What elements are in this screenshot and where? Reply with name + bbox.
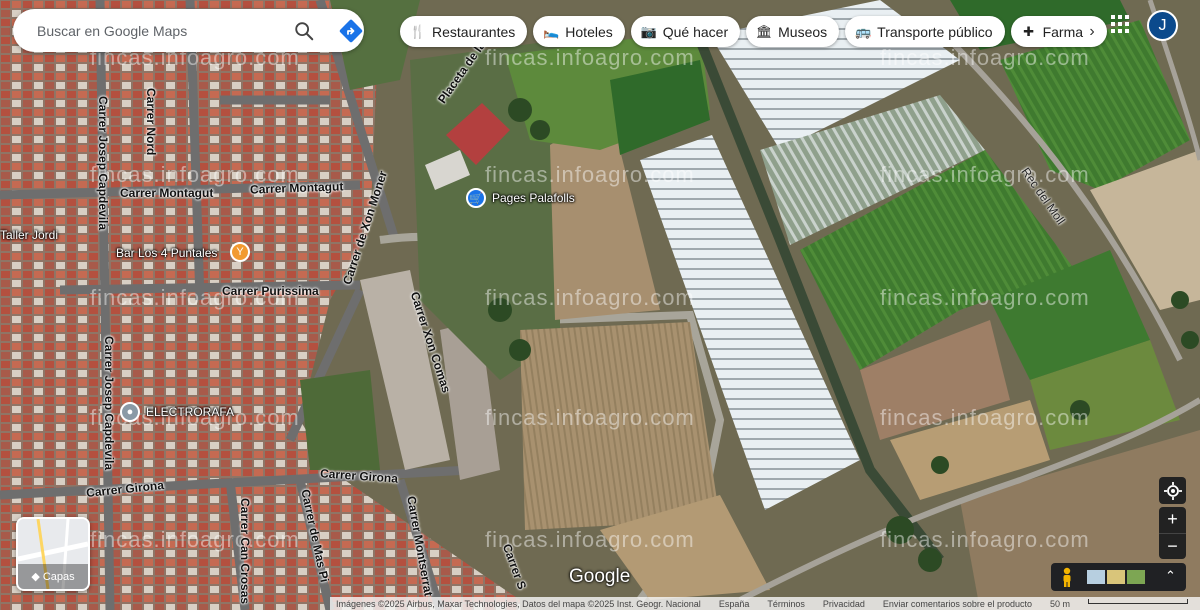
pharmacy-icon: ✚ [1023,23,1035,39]
street-view-bar: ⌃ [1051,563,1186,591]
location-pin-icon[interactable]: ● [120,402,140,422]
crosshair-icon [1163,481,1182,500]
scale-bar [1087,599,1188,604]
watermark: fincas.infoagro.com [485,162,695,187]
chip-label: Hoteles [565,23,613,40]
watermark: fincas.infoagro.com [880,527,1090,552]
bus-icon: 🚌 [855,23,872,39]
account-avatar[interactable]: J [1147,10,1178,41]
my-location-button[interactable] [1159,477,1186,504]
street-label: Carrer Purissima [222,284,319,298]
street-label: Carrer Can Crosas [238,498,252,605]
search-input[interactable] [35,21,279,40]
imagery-thumbnail[interactable] [1087,570,1105,584]
fork-knife-icon: 🍴 [409,23,427,39]
directions-icon[interactable] [339,19,363,43]
place-label-electrorafa[interactable]: ELECTRORAFA [146,405,234,419]
chevron-right-icon[interactable]: › [1081,16,1103,47]
search-icon[interactable] [293,20,315,42]
watermark: fincas.infoagro.com [485,527,695,552]
watermark: fincas.infoagro.com [880,162,1090,187]
street-label: Carrer Josep Capdevila [96,96,110,231]
attribution-footer: Imágenes ©2025 Airbus, Maxar Technologie… [330,597,1200,610]
place-label-pages[interactable]: Pages Palafolls [492,191,575,205]
chip-label: Transporte público [877,23,993,40]
chip-museos[interactable]: 🏛 Museos [746,16,840,47]
chip-label: Qué hacer [662,23,729,40]
place-label-taller[interactable]: Taller Jordi [0,228,58,242]
museum-icon: 🏛 [755,23,773,39]
imagery-thumbnail[interactable] [1107,570,1125,584]
google-logo: Google [569,566,631,587]
chip-label: Restaurantes [432,23,516,40]
bar-pin-icon[interactable]: Y [230,242,250,262]
search-box[interactable] [13,9,364,52]
zoom-out-button[interactable]: − [1159,532,1186,560]
terms-link[interactable]: Términos [767,599,805,609]
zoom-in-button[interactable]: + [1167,507,1178,533]
chip-restaurantes[interactable]: 🍴 Restaurantes [400,16,528,47]
watermark: fincas.infoagro.com [485,405,695,430]
street-label: Carrer Nord [144,88,158,156]
camera-icon: 📷 [640,23,657,39]
apps-grid-icon[interactable] [1111,15,1129,33]
pegman-icon[interactable] [1060,567,1074,587]
place-label-bar[interactable]: Bar Los 4 Puntales [116,246,217,260]
expand-icon[interactable]: ⌃ [1165,568,1176,584]
chip-transporte[interactable]: 🚌 Transporte público [845,16,1005,47]
layers-button[interactable]: ◆ Capas [16,517,90,591]
chip-farmacias[interactable]: ✚ Farma › [1010,16,1108,47]
imagery-credit: Imágenes ©2025 Airbus, Maxar Technologie… [336,598,701,609]
watermark: fincas.infoagro.com [485,285,695,310]
layers-icon: ◆ [31,571,40,583]
watermark: fincas.infoagro.com [880,285,1090,310]
privacy-link[interactable]: Privacidad [823,599,865,609]
chip-hoteles[interactable]: 🛌 Hoteles [533,16,625,47]
zoom-controls: + − [1159,507,1186,559]
chip-que-hacer[interactable]: 📷 Qué hacer [630,16,741,47]
street-label: Carrer Montagut [120,186,214,200]
satellite-map[interactable]: fincas.infoagro.com fincas.infoagro.com … [0,0,1200,610]
layers-label: ◆ Capas [18,570,88,583]
scale-label[interactable]: 50 m [1050,599,1070,609]
chip-label: Farma [1042,23,1084,40]
layers-text: Capas [42,571,75,583]
bed-icon: 🛌 [543,23,560,39]
shopping-pin-icon[interactable]: 🛒 [466,188,486,208]
watermark: fincas.infoagro.com [90,527,300,552]
watermark: fincas.infoagro.com [880,405,1090,430]
category-chips: 🍴 Restaurantes 🛌 Hoteles 📷 Qué hacer 🏛 M… [400,16,1108,47]
chip-label: Museos [778,23,828,40]
country-link[interactable]: España [719,599,750,609]
imagery-thumbnail[interactable] [1127,570,1145,584]
watermark: fincas.infoagro.com [880,45,1090,70]
street-label: Carrer Josep Capdevila [102,336,116,471]
feedback-link[interactable]: Enviar comentarios sobre el producto [883,599,1032,609]
watermark: fincas.infoagro.com [485,45,695,70]
